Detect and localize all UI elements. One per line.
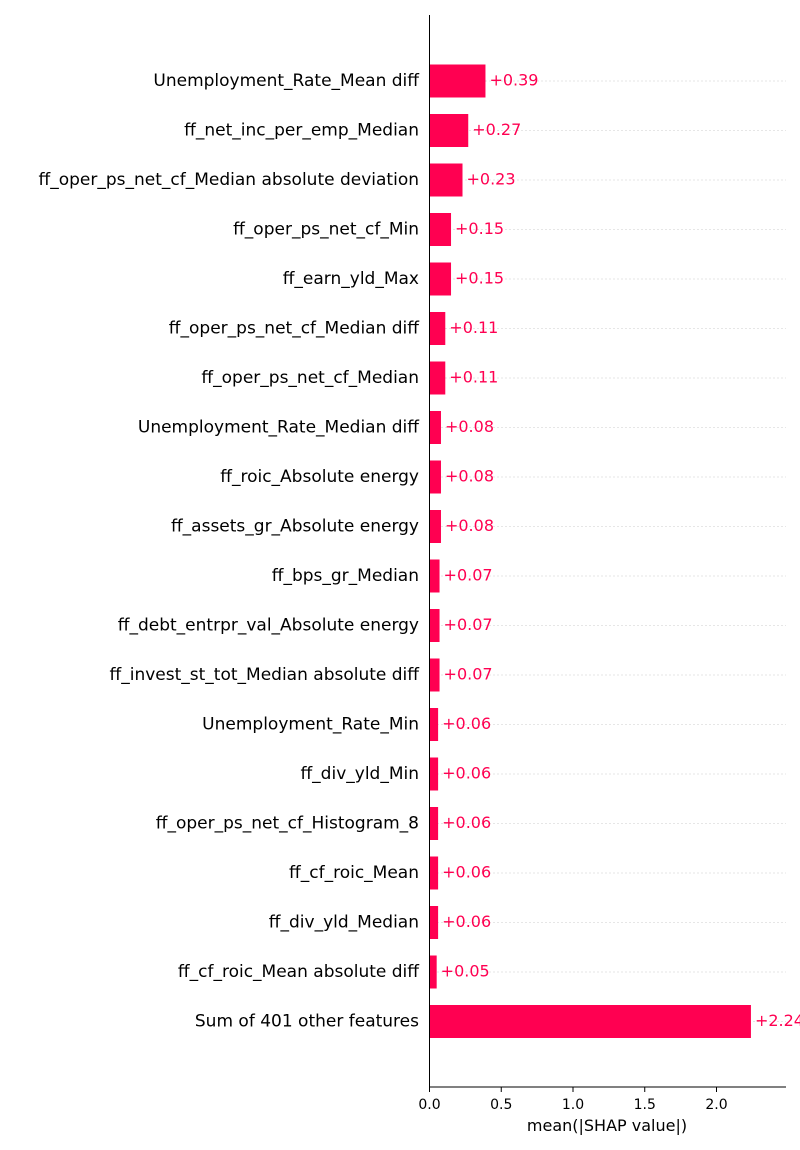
bar	[429, 559, 440, 593]
feature-label: ff_oper_ps_net_cf_Histogram_8	[156, 814, 419, 834]
value-label: +2.24	[755, 1011, 800, 1030]
shap-bar-chart: Unemployment_Rate_Mean diff ff_net_inc_pe…	[39, 15, 800, 1135]
feature-label: ff_oper_ps_net_cf_Median diff	[169, 319, 420, 339]
x-tick-label: 0.0	[418, 1097, 440, 1113]
feature-label: ff_cf_roic_Mean	[289, 863, 419, 883]
value-label: +0.06	[442, 764, 491, 783]
bar	[429, 609, 440, 642]
bar	[429, 757, 439, 791]
value-label: +0.15	[455, 269, 504, 288]
value-label: +0.08	[445, 467, 494, 486]
value-label: +0.07	[444, 566, 493, 585]
value-label: +0.11	[449, 318, 498, 337]
bar	[429, 708, 439, 741]
bar	[429, 312, 446, 345]
bar	[429, 955, 437, 989]
feature-label: ff_debt_entrpr_val_Absolute energy	[118, 616, 419, 636]
bar	[429, 658, 440, 692]
value-label: +0.06	[442, 863, 491, 882]
feature-label: Unemployment_Rate_Min	[202, 715, 419, 735]
bar	[429, 856, 439, 890]
feature-label: ff_oper_ps_net_cf_Median absolute deviat…	[39, 170, 419, 190]
bar	[429, 1005, 751, 1038]
feature-label: ff_earn_yld_Max	[283, 269, 419, 289]
x-axis-title: mean(|SHAP value|)	[527, 1116, 687, 1135]
bar	[429, 114, 469, 147]
feature-label: Unemployment_Rate_Mean diff	[153, 71, 420, 91]
feature-label: ff_div_yld_Median	[269, 913, 419, 933]
value-label: +0.11	[449, 368, 498, 387]
bar	[429, 262, 452, 296]
feature-label: ff_oper_ps_net_cf_Median	[201, 368, 419, 388]
feature-labels: Unemployment_Rate_Mean diff ff_net_inc_pe…	[39, 71, 421, 1032]
x-tick-label: 2.0	[705, 1097, 727, 1113]
feature-label: ff_net_inc_per_emp_Median	[184, 121, 419, 141]
x-tick-label: 1.5	[634, 1097, 656, 1113]
value-label: +0.08	[445, 516, 494, 535]
feature-label: ff_bps_gr_Median	[272, 566, 419, 586]
bar	[429, 213, 452, 246]
bar	[429, 807, 439, 840]
x-tick-label: 0.5	[490, 1097, 512, 1113]
x-axis-ticks: 0.0 0.5 1.0 1.5 2.0	[418, 1087, 728, 1113]
bar	[429, 361, 446, 395]
value-label: +0.15	[455, 219, 504, 238]
feature-label: Unemployment_Rate_Median diff	[138, 418, 420, 438]
feature-label: ff_roic_Absolute energy	[220, 467, 419, 487]
feature-label: ff_oper_ps_net_cf_Min	[233, 220, 419, 240]
value-label: +0.39	[489, 71, 538, 90]
feature-label: ff_invest_st_tot_Median absolute diff	[110, 665, 421, 685]
bars	[429, 64, 751, 1038]
feature-label: ff_cf_roic_Mean absolute diff	[178, 962, 420, 982]
value-label: +0.06	[442, 813, 491, 832]
value-label: +0.06	[442, 912, 491, 931]
feature-label: Sum of 401 other features	[195, 1012, 419, 1032]
value-label: +0.27	[472, 120, 521, 139]
bar	[429, 411, 441, 444]
bar	[429, 460, 441, 494]
bar	[429, 163, 463, 197]
value-labels: +0.39 +0.27 +0.23 +0.15 +0.15 +0.11 +0.11 +0.08…	[441, 71, 800, 1031]
value-label: +0.08	[445, 417, 494, 436]
value-label: +0.07	[444, 665, 493, 684]
value-label: +0.23	[467, 170, 516, 189]
bar	[429, 510, 441, 543]
bar	[429, 906, 439, 939]
value-label: +0.07	[444, 615, 493, 634]
bar	[429, 64, 486, 98]
value-label: +0.06	[442, 714, 491, 733]
x-tick-label: 1.0	[562, 1097, 584, 1113]
feature-label: ff_assets_gr_Absolute energy	[171, 517, 419, 537]
feature-label: ff_div_yld_Min	[300, 764, 419, 784]
value-label: +0.05	[441, 962, 490, 981]
